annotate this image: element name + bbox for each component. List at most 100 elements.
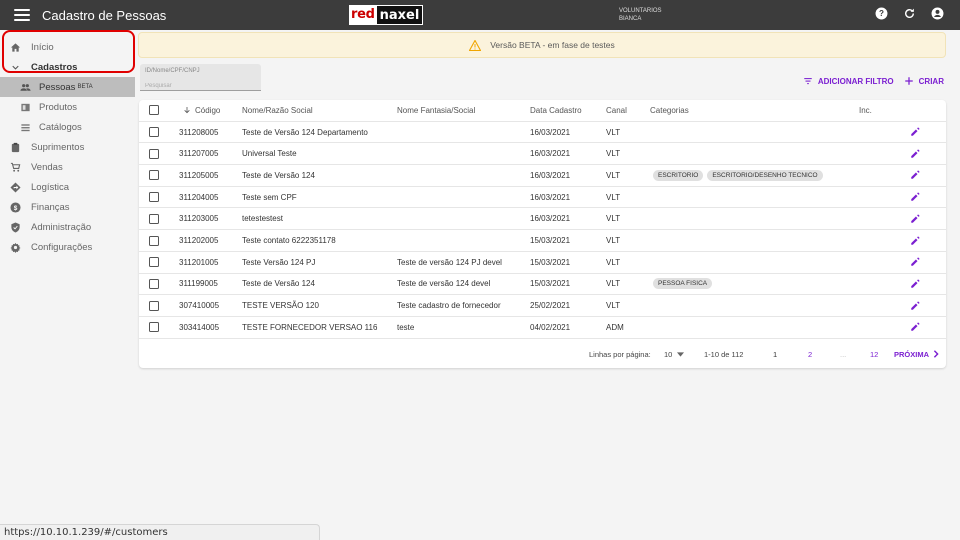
- sidebar-item-pessoas[interactable]: Pessoas BETA: [0, 77, 135, 97]
- chevron-right-icon: [933, 350, 939, 358]
- column-header-channel[interactable]: Canal: [606, 100, 627, 121]
- column-header-fantasy[interactable]: Nome Fantasia/Social: [397, 100, 475, 121]
- sidebar-item-inicio[interactable]: Início: [0, 37, 135, 57]
- edit-icon[interactable]: [910, 170, 920, 180]
- cell-date: 15/03/2021: [530, 279, 571, 289]
- sidebar-item-suprimentos[interactable]: Suprimentos: [0, 137, 135, 157]
- cell-code: 311199005: [179, 279, 218, 289]
- table-row[interactable]: 311201005 Teste Versão 124 PJ Teste de ver…: [139, 252, 946, 274]
- row-checkbox[interactable]: [149, 170, 159, 181]
- table-row[interactable]: 311204005 Teste sem CPF 16/03/2021 VLT: [139, 187, 946, 209]
- edit-icon[interactable]: [910, 301, 920, 311]
- cell-channel: ADM: [606, 322, 624, 332]
- sidebar-item-financas[interactable]: $ Finanças: [0, 197, 135, 217]
- sidebar-item-label: Configurações: [31, 241, 93, 253]
- menu-icon[interactable]: [14, 9, 30, 21]
- refresh-icon[interactable]: [903, 7, 916, 20]
- select-all-checkbox[interactable]: [149, 105, 159, 116]
- next-page-button[interactable]: PRÓXIMA: [894, 343, 939, 365]
- sidebar-item-configuracoes[interactable]: Configurações: [0, 237, 135, 257]
- sidebar-item-label: Administração: [31, 221, 92, 233]
- column-header-name[interactable]: Nome/Razão Social: [242, 100, 313, 121]
- user-name: BIANCA: [619, 16, 642, 22]
- row-checkbox[interactable]: [149, 127, 159, 138]
- row-checkbox[interactable]: [149, 235, 159, 246]
- page-1-button[interactable]: 1: [773, 343, 777, 365]
- sidebar-item-produtos[interactable]: Produtos: [0, 97, 135, 117]
- cell-name: tetestestest: [242, 214, 283, 224]
- cell-date: 16/03/2021: [530, 149, 571, 159]
- cell-name: Teste contato 6222351178: [242, 236, 336, 246]
- sidebar-item-label: Início: [31, 41, 54, 53]
- cell-date: 15/03/2021: [530, 236, 571, 246]
- edit-icon[interactable]: [910, 322, 920, 332]
- edit-icon[interactable]: [910, 279, 920, 289]
- edit-icon[interactable]: [910, 257, 920, 267]
- cell-date: 15/03/2021: [530, 257, 571, 267]
- table-row[interactable]: 311202005 Teste contato 6222351178 15/03/2…: [139, 230, 946, 252]
- cell-categories: ESCRITORIO ESCRITORIO/DESENHO TECNICO: [653, 165, 827, 186]
- chevron-down-icon: [12, 65, 19, 70]
- cell-name: Teste Versão 124 PJ: [242, 257, 316, 267]
- table-row[interactable]: 311203005 tetestestest 16/03/2021 VLT: [139, 209, 946, 231]
- svg-text:?: ?: [879, 9, 884, 18]
- arrow-down-icon: [184, 107, 190, 114]
- create-button[interactable]: CRIAR: [904, 76, 944, 86]
- top-app-bar: Cadastro de Pessoas red naxel VOLUNTARIO…: [0, 0, 960, 30]
- column-header-date[interactable]: Data Cadastro: [530, 100, 582, 121]
- table-row[interactable]: 307410005 TESTE VERSÃO 120 Teste cadastro …: [139, 295, 946, 317]
- logo: red naxel: [349, 5, 424, 25]
- cell-fantasy: teste: [397, 322, 415, 332]
- column-header-code[interactable]: Código: [183, 100, 220, 121]
- cell-name: TESTE FORNECEDOR VERSAO 116: [242, 322, 378, 332]
- edit-icon[interactable]: [910, 192, 920, 202]
- row-checkbox[interactable]: [149, 192, 159, 203]
- cell-channel: VLT: [606, 192, 621, 202]
- row-checkbox[interactable]: [149, 300, 159, 311]
- edit-icon[interactable]: [910, 149, 920, 159]
- row-checkbox[interactable]: [149, 213, 159, 224]
- table-row[interactable]: 303414005 TESTE FORNECEDOR VERSAO 116 test…: [139, 317, 946, 339]
- edit-icon[interactable]: [910, 214, 920, 224]
- category-chip: ESCRITORIO: [653, 169, 704, 181]
- sidebar-item-logistica[interactable]: Logística: [0, 177, 135, 197]
- cell-channel: VLT: [606, 170, 621, 180]
- warning-icon: [469, 39, 482, 51]
- page-2-button[interactable]: 2: [808, 343, 812, 365]
- row-checkbox[interactable]: [149, 257, 159, 268]
- box-icon: [21, 103, 30, 111]
- edit-icon[interactable]: [910, 127, 920, 137]
- row-checkbox[interactable]: [149, 278, 159, 289]
- search-input[interactable]: [145, 83, 256, 89]
- table-row[interactable]: 311208005 Teste de Versão 124 Departament…: [139, 122, 946, 144]
- table-row[interactable]: 311205005 Teste de Versão 124 16/03/2021 VL…: [139, 165, 946, 187]
- cell-channel: VLT: [606, 127, 621, 137]
- account-icon[interactable]: [931, 7, 944, 20]
- row-checkbox[interactable]: [149, 148, 159, 159]
- clipboard-icon: [11, 142, 20, 152]
- cell-code: 311202005: [179, 236, 219, 246]
- dollar-icon: $: [10, 201, 21, 213]
- add-filter-button[interactable]: ADICIONAR FILTRO: [803, 76, 894, 86]
- cell-channel: VLT: [606, 301, 621, 311]
- row-checkbox[interactable]: [149, 322, 159, 333]
- user-info[interactable]: VOLUNTARIOS BIANCA: [619, 7, 662, 23]
- sidebar-item-catalogos[interactable]: Catálogos: [0, 117, 135, 137]
- edit-icon[interactable]: [910, 236, 920, 246]
- cell-code: 311207005: [179, 149, 219, 159]
- table-row[interactable]: 311199005 Teste de Versão 124 Teste de ver…: [139, 274, 946, 296]
- cell-fantasy: Teste cadastro de fornecedor: [397, 301, 501, 311]
- help-icon[interactable]: ?: [875, 7, 888, 20]
- search-field[interactable]: ID/Nome/CPF/CNPJ: [140, 64, 261, 91]
- sidebar-item-vendas[interactable]: Vendas: [0, 157, 135, 177]
- beta-warning-banner: Versão BETA - em fase de testes: [138, 32, 946, 58]
- sidebar-item-cadastros[interactable]: Cadastros: [0, 57, 135, 77]
- home-icon: [10, 42, 21, 52]
- sidebar-item-administracao[interactable]: Administração: [0, 217, 135, 237]
- gear-icon: [10, 242, 21, 253]
- table-row[interactable]: 311207005 Universal Teste 16/03/2021 VLT: [139, 143, 946, 166]
- cell-name: Teste sem CPF: [242, 192, 297, 202]
- rows-per-page-select[interactable]: 10: [664, 343, 685, 365]
- page-12-button[interactable]: 12: [870, 343, 878, 365]
- list-icon: [21, 123, 30, 131]
